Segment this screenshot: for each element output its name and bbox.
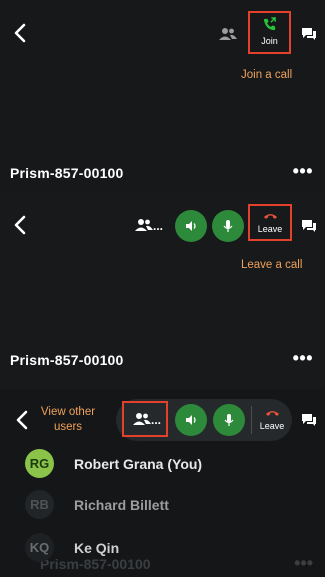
- leave-annotation: Leave a call: [241, 259, 303, 271]
- microphone-button[interactable]: [212, 210, 244, 242]
- more-options-faded: •••: [294, 553, 313, 573]
- participant-row[interactable]: RB Richard Billett: [25, 490, 169, 519]
- join-button[interactable]: Join: [250, 13, 289, 52]
- join-annotation: Join a call: [241, 69, 293, 81]
- leave-button[interactable]: Leave: [250, 206, 290, 239]
- microphone-icon: [223, 220, 233, 232]
- avatar: KQ: [25, 533, 54, 562]
- chevron-left-icon: [14, 215, 26, 235]
- more-options-button[interactable]: •••: [293, 348, 313, 369]
- back-button[interactable]: [13, 215, 27, 235]
- participants-button[interactable]: ...: [132, 412, 166, 428]
- participant-name: Robert Grana (You): [74, 455, 203, 472]
- call-panel-idle: Join Join a call Prism-857-00100 •••: [0, 0, 325, 193]
- participants-icon: [135, 219, 153, 231]
- call-panel-active: ... Leave Leave a call Prism-857-00100 •…: [0, 193, 325, 389]
- microphone-button[interactable]: [213, 404, 245, 436]
- participants-icon[interactable]: [218, 27, 238, 41]
- more-options-button[interactable]: •••: [293, 161, 313, 182]
- participant-row[interactable]: KQ Ke Qin: [25, 533, 119, 562]
- chat-icon[interactable]: [301, 219, 317, 233]
- chat-icon[interactable]: [301, 27, 317, 41]
- controls-divider: [251, 406, 252, 434]
- microphone-icon: [224, 414, 234, 426]
- participant-name: Ke Qin: [74, 539, 120, 556]
- chevron-left-icon: [16, 410, 28, 430]
- leave-label: Leave: [259, 421, 285, 431]
- avatar: RG: [25, 449, 54, 478]
- back-button[interactable]: [13, 23, 27, 43]
- chat-icon[interactable]: [301, 413, 317, 427]
- join-label: Join: [261, 36, 278, 46]
- participants-ellipsis: ...: [153, 219, 164, 233]
- meeting-title: Prism-857-00100: [10, 352, 124, 368]
- hang-up-icon: [263, 214, 278, 219]
- participant-name: Richard Billett: [74, 496, 169, 513]
- chevron-left-icon: [14, 23, 26, 43]
- leave-button[interactable]: Leave: [254, 406, 290, 436]
- view-users-annotation: View other users: [40, 406, 96, 433]
- participants-ellipsis: ...: [151, 413, 162, 427]
- leave-label: Leave: [257, 224, 283, 234]
- phone-join-icon: [263, 17, 276, 31]
- speaker-button[interactable]: [175, 210, 207, 242]
- speaker-icon: [186, 221, 196, 231]
- hang-up-icon: [265, 411, 280, 416]
- speaker-icon: [186, 415, 196, 425]
- speaker-button[interactable]: [175, 404, 207, 436]
- participants-icon: [133, 413, 151, 425]
- avatar: RB: [25, 490, 54, 519]
- participant-row[interactable]: RG Robert Grana (You): [25, 449, 202, 478]
- back-button[interactable]: [15, 410, 29, 430]
- participants-button[interactable]: ...: [134, 218, 168, 234]
- meeting-title: Prism-857-00100: [10, 165, 124, 181]
